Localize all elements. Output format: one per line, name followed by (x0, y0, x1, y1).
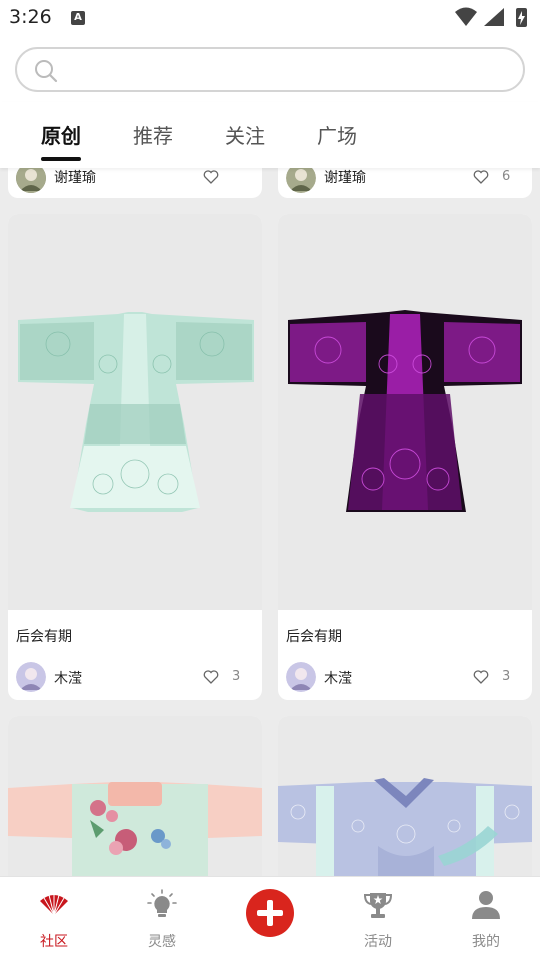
like-count: 3 (232, 669, 241, 684)
author-name[interactable]: 谢瑾瑜 (54, 167, 96, 187)
heart-icon[interactable] (473, 669, 489, 685)
heart-icon[interactable] (203, 169, 219, 185)
plus-icon (257, 900, 283, 926)
author-name[interactable]: 木滢 (324, 668, 352, 688)
trophy-icon (363, 893, 393, 918)
nav-label: 灵感 (148, 934, 176, 950)
post-card[interactable]: 后会有期 木滢 3 (278, 214, 532, 700)
status-bar: 3:26 A (0, 0, 540, 36)
author-name[interactable]: 木滢 (54, 668, 82, 688)
tab-underline (41, 157, 81, 161)
search-input[interactable] (15, 47, 525, 92)
status-time: 3:26 (9, 6, 52, 28)
nav-label: 我的 (472, 934, 500, 950)
post-card[interactable]: 后会有期 木滢 3 (8, 214, 262, 700)
battery-icon (516, 8, 527, 27)
person-icon (472, 891, 500, 919)
like-count: 3 (502, 669, 511, 684)
nav-label: 活动 (364, 934, 392, 950)
purple-hanfu-illustration (288, 310, 522, 512)
tab-original[interactable]: 原创 (41, 120, 81, 149)
wifi-icon (455, 7, 477, 26)
nav-community[interactable]: 社区 (0, 877, 108, 960)
garment-image[interactable] (8, 214, 262, 610)
tab-recommended[interactable]: 推荐 (133, 120, 173, 149)
heart-icon[interactable] (203, 669, 219, 685)
app-screen: { "status_bar": { "time": "3:26", "a_ico… (0, 0, 540, 960)
mint-hanfu-illustration (18, 312, 254, 512)
tab-bar: 原创 推荐 关注 广场 (0, 102, 540, 168)
avatar[interactable] (286, 662, 316, 692)
nav-inspiration[interactable]: 灵感 (108, 877, 216, 960)
lightbulb-icon (147, 889, 177, 917)
avatar[interactable] (16, 662, 46, 692)
status-icons (455, 7, 527, 27)
tab-square[interactable]: 广场 (317, 120, 357, 149)
nav-profile[interactable]: 我的 (432, 877, 540, 960)
search-icon (35, 60, 58, 83)
publish-button[interactable] (246, 889, 294, 937)
search-area (0, 36, 540, 102)
post-title[interactable]: 后会有期 (16, 626, 72, 646)
heart-icon[interactable] (473, 169, 489, 185)
author-name[interactable]: 谢瑾瑜 (324, 167, 366, 187)
bottom-nav: 社区 灵感 活动 我的 (0, 876, 540, 960)
fan-icon (40, 894, 68, 916)
garment-image[interactable] (278, 214, 532, 610)
nav-activity[interactable]: 活动 (324, 877, 432, 960)
post-title[interactable]: 后会有期 (286, 626, 342, 646)
signal-icon (484, 8, 504, 26)
tab-following[interactable]: 关注 (225, 120, 265, 149)
like-count: 6 (502, 169, 511, 184)
nav-label: 社区 (40, 934, 68, 950)
a-notification-icon: A (71, 11, 85, 25)
